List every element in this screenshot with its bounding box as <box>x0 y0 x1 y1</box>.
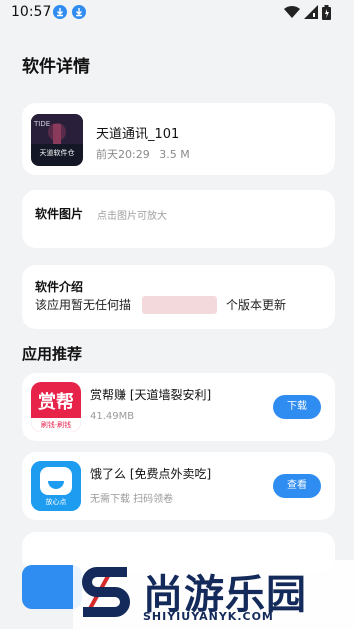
recommend-title: 应用推荐 <box>22 345 83 363</box>
rec-icon-caption: 放心点 <box>45 498 67 506</box>
svg-text:TIDE: TIDE <box>33 120 50 128</box>
intro-card: 软件介绍 该应用暂无任何描 个版本更新 <box>22 265 335 329</box>
app-info-card: TIDE 天道软件仓 天道通讯_101 前天20:29 3.5 M <box>22 103 335 175</box>
eleme-app-icon: 放心点 <box>31 461 81 511</box>
download-notification-icon <box>72 5 86 19</box>
page-title: 软件详情 <box>22 57 90 77</box>
recommend-item[interactable]: 放心点 饿了么 [免费点外卖吃] 无需下载 扫码领卷 查看 <box>22 452 335 520</box>
watermark-logo <box>82 567 130 617</box>
download-notification-icon <box>53 5 67 19</box>
status-time: 10:57 <box>11 4 52 20</box>
screenshots-card[interactable]: 软件图片 点击图片可放大 <box>22 190 335 248</box>
app-size: 3.5 M <box>159 148 190 161</box>
intro-text-end: 个版本更新 <box>226 298 287 312</box>
rec-icon-text: 赏帮 <box>38 392 74 413</box>
app-name: 天道通讯_101 <box>96 127 180 142</box>
status-bar: 10:57 <box>0 0 354 26</box>
redaction-blur <box>142 296 217 314</box>
app-date: 前天20:29 <box>96 148 150 161</box>
watermark-url: SHIYIUYANYK.COM <box>143 610 274 623</box>
cellular-signal-icon <box>304 5 318 19</box>
app-icon-caption: 天道软件仓 <box>39 149 75 157</box>
download-button[interactable]: 下载 <box>273 395 321 419</box>
app-meta: 前天20:29 3.5 M <box>96 146 190 162</box>
battery-icon <box>322 5 331 20</box>
intro-label: 软件介绍 <box>35 280 84 294</box>
shangbang-app-icon: 赏帮 刷钱·刷钱 <box>31 382 81 432</box>
rec-icon-caption: 刷钱·刷钱 <box>31 418 81 432</box>
screenshots-label: 软件图片 <box>35 207 84 221</box>
screenshots-hint: 点击图片可放大 <box>97 211 167 222</box>
intro-text-start: 该应用暂无任何描 <box>35 298 132 312</box>
wifi-icon <box>284 5 300 19</box>
rec-app-name: 赏帮赚 [天道墙裂安利] <box>90 388 212 402</box>
rec-app-size: 41.49MB <box>90 411 135 422</box>
rec-app-desc: 无需下载 扫码领卷 <box>90 494 174 505</box>
view-button[interactable]: 查看 <box>273 474 321 498</box>
watermark: 尚游乐园 SHIYIUYANYK.COM <box>73 560 354 629</box>
recommend-item[interactable]: 赏帮 刷钱·刷钱 赏帮赚 [天道墙裂安利] 41.49MB 下载 <box>22 373 335 441</box>
rec-app-name: 饿了么 [免费点外卖吃] <box>90 467 212 481</box>
app-icon: TIDE 天道软件仓 <box>31 114 83 166</box>
